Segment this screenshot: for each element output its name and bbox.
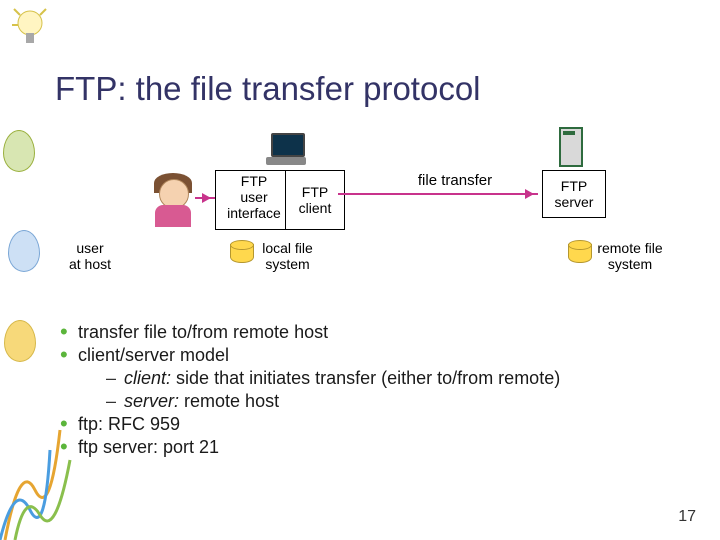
page-title: FTP: the file transfer protocol: [55, 70, 481, 108]
balloon-decoration: [4, 320, 36, 362]
bullet-list: transfer file to/from remote host client…: [60, 320, 560, 459]
user-icon: [145, 173, 200, 228]
list-item: transfer file to/from remote host: [60, 321, 560, 343]
remote-file-system-label: remote filesystem: [590, 240, 670, 272]
ftp-diagram: userat host FTPuserinterface FTPclient f…: [60, 155, 670, 305]
list-item: ftp server: port 21: [60, 436, 560, 458]
user-at-host-label: userat host: [60, 240, 120, 272]
file-transfer-label: file transfer: [400, 173, 510, 189]
arrow-file-transfer: [338, 193, 538, 195]
list-item: server: remote host: [106, 390, 560, 412]
list-item: client/server model client: side that in…: [60, 344, 560, 412]
server-tower-icon: [555, 127, 585, 167]
lightbulb-decoration: [10, 5, 50, 55]
ftp-user-interface-box: FTPuserinterface: [215, 170, 293, 230]
balloon-decoration: [3, 130, 35, 172]
list-item: client: side that initiates transfer (ei…: [106, 367, 560, 389]
disk-icon: [568, 240, 590, 264]
list-item: ftp: RFC 959: [60, 413, 560, 435]
balloon-decoration: [8, 230, 40, 272]
arrow-user-to-interface: [195, 197, 215, 199]
page-number: 17: [678, 508, 696, 526]
ftp-client-box: FTPclient: [285, 170, 345, 230]
local-file-system-label: local filesystem: [255, 240, 320, 272]
disk-icon: [230, 240, 252, 264]
ftp-server-box: FTPserver: [542, 170, 606, 218]
client-computer-icon: [265, 133, 310, 168]
